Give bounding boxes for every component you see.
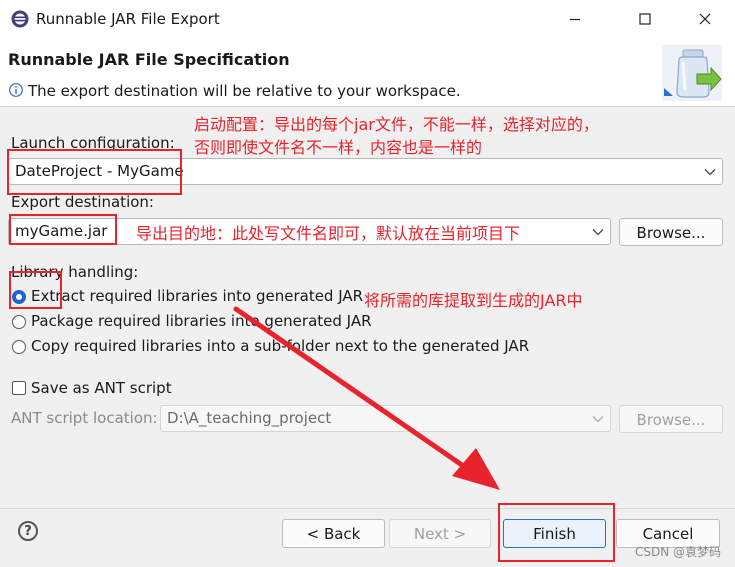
annotation-arrow [233,306,500,490]
watermark: CSDN @袁梦码 [634,545,721,559]
